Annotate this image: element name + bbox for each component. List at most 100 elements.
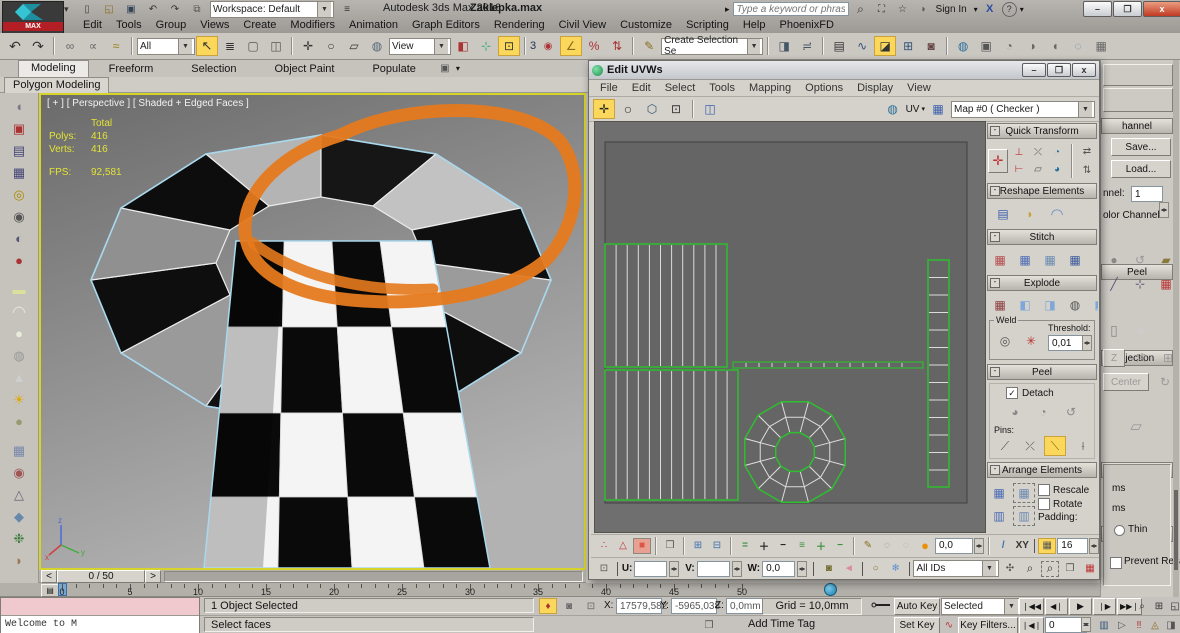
viewport-label[interactable]: [ + ] [ Perspective ] [ Shaded + Edged F… (47, 98, 249, 109)
unlink-icon[interactable] (82, 36, 104, 56)
snap-toggle-3d-label[interactable]: 3 (530, 40, 536, 52)
use-pivot-point-icon[interactable] (498, 36, 520, 56)
named-selection-set-dropdown[interactable]: Create Selection Se (661, 38, 763, 55)
workspace-dropdown[interactable]: Workspace: Default (210, 1, 334, 18)
pin-moved-vertices-icon[interactable] (1044, 436, 1066, 456)
save-file-icon[interactable] (122, 1, 140, 17)
rescale-checkbox[interactable] (1038, 484, 1050, 496)
edge-ring-icon[interactable] (736, 538, 754, 554)
lock-selection-icon[interactable] (820, 561, 838, 577)
render-teapot-icon[interactable] (1044, 36, 1066, 56)
pin-tool-icon[interactable] (994, 436, 1016, 456)
quick-transform-header[interactable]: -Quick Transform (987, 123, 1097, 139)
prevent-reflattening-checkbox[interactable] (1110, 557, 1122, 569)
edge-loop-icon[interactable] (793, 538, 811, 554)
face-mode-icon[interactable]: ■ (633, 538, 651, 554)
coord-y-field[interactable]: -5965,038 (671, 598, 717, 614)
camera-tracker-icon[interactable] (6, 206, 32, 227)
map-channel-field[interactable]: 1 (1131, 186, 1163, 202)
material-editor-icon[interactable] (920, 36, 942, 56)
menu-animation[interactable]: Animation (342, 18, 405, 32)
edit-seams-icon[interactable] (1103, 274, 1125, 294)
paint-select-icon[interactable] (859, 538, 877, 554)
time-tag-panel[interactable]: Add Time Tag (740, 617, 860, 632)
ribbon-tab-populate[interactable]: Populate (354, 62, 433, 76)
sign-in-user-icon[interactable] (915, 1, 933, 17)
target-weld-icon[interactable] (994, 331, 1016, 351)
stitch-custom-icon[interactable] (989, 250, 1011, 270)
scale-tool-icon[interactable] (343, 36, 365, 56)
load-uvs-button[interactable]: Load... (1111, 160, 1171, 178)
selection-set-key-dropdown[interactable]: Selected (941, 598, 1021, 615)
edge-mode-icon[interactable] (614, 538, 632, 554)
mirror-tool-icon[interactable] (773, 36, 795, 56)
next-key-button[interactable]: ❘▶ (1093, 598, 1116, 615)
stitch-average-icon[interactable] (1039, 250, 1061, 270)
array-boxes-icon[interactable] (6, 440, 32, 461)
flatten-by-smoothing-icon[interactable] (1064, 295, 1086, 315)
communication-center-icon[interactable] (873, 1, 891, 17)
pack-full-icon[interactable] (1013, 506, 1035, 526)
grid-size-field[interactable]: 16 (1057, 538, 1088, 554)
angle-snap-icon[interactable] (560, 36, 582, 56)
coord-z-field[interactable]: 0,0mm (726, 598, 764, 614)
pelt-filter-icon[interactable] (840, 561, 858, 577)
reset-peel-icon[interactable] (1060, 402, 1082, 422)
menu-graph-editors[interactable]: Graph Editors (405, 18, 487, 32)
channel-rollout-header[interactable]: hannel (1101, 118, 1173, 134)
search-icon[interactable] (852, 1, 870, 17)
select-link-icon[interactable] (59, 36, 81, 56)
uvw-uv-space-label[interactable]: UV (906, 104, 920, 115)
isolate-selection-icon[interactable] (539, 598, 557, 614)
listener-macro-pane[interactable] (1, 598, 199, 616)
flatten-by-id-icon[interactable] (1039, 295, 1061, 315)
next-frame-button[interactable]: > (145, 570, 161, 583)
hide-filter-icon[interactable] (867, 561, 885, 577)
go-to-frame-button[interactable]: ❘◀❘ (1019, 617, 1044, 633)
uvw-menu-edit[interactable]: Edit (625, 81, 658, 95)
planar-map-icon[interactable] (1103, 320, 1125, 340)
named-selection-icon[interactable] (638, 36, 660, 56)
create-dome-icon[interactable] (6, 301, 32, 322)
zoom-extents-icon[interactable] (1061, 561, 1079, 577)
vertex-mode-icon[interactable] (595, 538, 613, 554)
restore-button[interactable]: ❐ (1113, 1, 1142, 17)
uvw-rotate-icon[interactable] (617, 99, 639, 119)
redo-scene-icon[interactable] (27, 36, 49, 56)
project-folder-icon[interactable] (188, 1, 206, 17)
render-batch-icon[interactable] (6, 162, 32, 183)
weld-selected-icon[interactable] (1020, 331, 1042, 351)
peel-detach-checkbox[interactable]: ✓ (1006, 387, 1018, 399)
current-frame-spinner[interactable] (1081, 617, 1091, 632)
falloff-field[interactable]: 0,0 (935, 538, 973, 554)
bind-spacewarp-icon[interactable] (105, 36, 127, 56)
space-vertical-icon[interactable] (1078, 162, 1096, 178)
coord-x-field[interactable]: 17579,582 (616, 598, 662, 614)
unpin-tool-icon[interactable] (1019, 436, 1041, 456)
align-angle-icon[interactable] (1029, 144, 1047, 160)
flatten-by-face-icon[interactable] (1089, 295, 1098, 315)
uvw-checker-display-icon[interactable] (927, 99, 949, 119)
ribbon-tab-object-paint[interactable]: Object Paint (257, 62, 353, 76)
reshape-elements-header[interactable]: -Reshape Elements (987, 183, 1097, 199)
stitch-target-icon[interactable] (1064, 250, 1086, 270)
stitch-header[interactable]: -Stitch (987, 229, 1097, 245)
uvw-title-bar[interactable]: Edit UVWs – ❐ x (589, 61, 1099, 80)
freeze-filter-icon[interactable] (887, 561, 905, 577)
pack-selected-icon[interactable] (1013, 483, 1035, 503)
bird-hd-icon[interactable] (6, 550, 32, 571)
uvw-menu-file[interactable]: File (593, 81, 625, 95)
rotate-checkbox[interactable] (1038, 498, 1050, 510)
zoom-mode-icon[interactable] (1133, 598, 1151, 614)
absolute-mode-icon[interactable] (582, 598, 600, 614)
menu-scripting[interactable]: Scripting (679, 18, 736, 32)
pan-hand-icon[interactable] (1001, 561, 1019, 577)
menu-edit[interactable]: Edit (76, 18, 109, 32)
grid-size-spinner[interactable] (1089, 538, 1099, 554)
layer-manager-icon[interactable] (897, 36, 919, 56)
align-vertical-icon[interactable] (1010, 161, 1028, 177)
ribbon-tab-modeling[interactable]: Modeling (18, 60, 89, 77)
zoom-region-icon[interactable] (1041, 561, 1059, 577)
pack-normalize-icon[interactable] (988, 483, 1010, 503)
render-iterative-icon[interactable] (1021, 36, 1043, 56)
